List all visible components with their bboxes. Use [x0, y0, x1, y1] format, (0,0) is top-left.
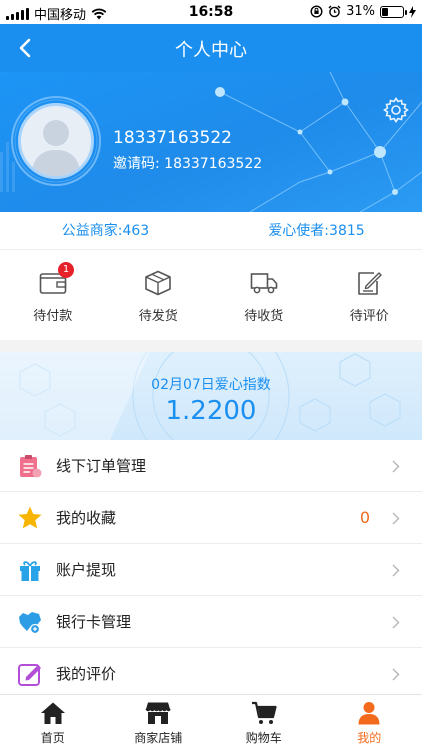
- gift-icon: [20, 561, 40, 581]
- clipboard-icon: [20, 455, 42, 478]
- bank-card-icon: [19, 612, 41, 635]
- review-icon: [18, 664, 41, 686]
- order-label: 待收货: [244, 309, 284, 324]
- order-label: 待发货: [138, 309, 178, 324]
- default-avatar-icon: [31, 120, 81, 176]
- love-index-card[interactable]: 02月07日爱心指数 1.2200: [0, 352, 422, 440]
- menu-item-offline-orders[interactable]: 线下订单管理: [0, 440, 422, 492]
- menu-item-favorites[interactable]: 我的收藏 0: [0, 492, 422, 544]
- invite-code: 邀请码: 18337163522: [113, 153, 262, 173]
- status-bar: 中国移动 16:58 31%: [0, 0, 422, 24]
- tab-stores[interactable]: 商家店铺: [106, 695, 212, 750]
- box-icon: [145, 270, 172, 296]
- menu-item-label: 我的收藏: [56, 509, 117, 527]
- order-label: 待评价: [349, 309, 389, 324]
- order-pending-receipt[interactable]: 待收货: [211, 250, 317, 340]
- menu-item-my-reviews[interactable]: 我的评价: [0, 648, 422, 700]
- menu-item-label: 银行卡管理: [56, 613, 132, 631]
- rotation-lock-icon: [310, 5, 323, 18]
- user-icon: [358, 702, 380, 725]
- menu-item-label: 线下订单管理: [56, 457, 147, 475]
- menu-item-bank-card[interactable]: 银行卡管理: [0, 596, 422, 648]
- order-status-row: 1 待付款 待发货 待收货 待评价: [0, 250, 422, 340]
- charging-icon: [409, 5, 416, 18]
- ambassadors-label: 爱心使者:: [268, 223, 330, 239]
- battery-icon: [380, 5, 407, 18]
- chevron-right-icon: [392, 616, 400, 629]
- love-index-value: 1.2200: [165, 396, 257, 426]
- ambassadors-stat[interactable]: 爱心使者:3815: [211, 212, 422, 249]
- status-right: 31%: [310, 4, 416, 19]
- home-icon: [40, 702, 65, 724]
- tab-label: 购物车: [245, 731, 282, 745]
- tab-bar: 首页 商家店铺 购物车 我的: [0, 694, 422, 750]
- settings-gear-icon[interactable]: [382, 96, 410, 124]
- invite-code-label: 邀请码:: [113, 156, 160, 172]
- cart-icon: [251, 701, 277, 724]
- menu-item-withdraw[interactable]: 账户提现: [0, 544, 422, 596]
- merchants-label: 公益商家:: [61, 223, 123, 239]
- order-label: 待付款: [33, 309, 73, 324]
- chevron-right-icon: [392, 668, 400, 681]
- merchants-stat[interactable]: 公益商家:463: [0, 212, 211, 249]
- menu-list: 线下订单管理 我的收藏 0 账户提现 银行卡管理 我的评价: [0, 440, 422, 700]
- tab-cart[interactable]: 购物车: [211, 695, 317, 750]
- truck-icon: [250, 273, 278, 294]
- store-icon: [145, 702, 171, 724]
- menu-item-label: 我的评价: [56, 665, 117, 683]
- invite-code-value: 18337163522: [164, 156, 263, 172]
- nav-bar: 个人中心: [0, 24, 422, 72]
- tab-home[interactable]: 首页: [0, 695, 106, 750]
- order-pending-payment[interactable]: 1 待付款: [0, 250, 106, 340]
- favorites-count: 0: [359, 508, 370, 527]
- pending-payment-badge: 1: [58, 262, 74, 278]
- avatar-image: [18, 103, 94, 179]
- love-index-label: 02月07日爱心指数: [151, 377, 271, 393]
- order-pending-review[interactable]: 待评价: [317, 250, 422, 340]
- tab-label: 我的: [357, 731, 382, 745]
- chevron-right-icon: [392, 460, 400, 473]
- star-icon: [18, 506, 42, 529]
- alarm-icon: [328, 5, 341, 18]
- menu-item-label: 账户提现: [56, 561, 117, 579]
- battery-percent: 31%: [346, 4, 375, 19]
- merchants-value: 463: [122, 223, 150, 239]
- page-title: 个人中心: [175, 40, 247, 61]
- order-pending-shipment[interactable]: 待发货: [106, 250, 212, 340]
- chevron-right-icon: [392, 512, 400, 525]
- tab-label: 商家店铺: [134, 731, 183, 745]
- ambassadors-value: 3815: [329, 223, 365, 239]
- user-phone: 18337163522: [113, 128, 232, 148]
- stats-bar: 公益商家:463 爱心使者:3815: [0, 212, 422, 250]
- tab-label: 首页: [40, 731, 65, 745]
- avatar[interactable]: [10, 95, 102, 187]
- tab-mine[interactable]: 我的: [317, 695, 422, 750]
- chevron-right-icon: [392, 564, 400, 577]
- profile-header: 18337163522 邀请码: 18337163522: [0, 72, 422, 212]
- edit-icon: [358, 272, 382, 295]
